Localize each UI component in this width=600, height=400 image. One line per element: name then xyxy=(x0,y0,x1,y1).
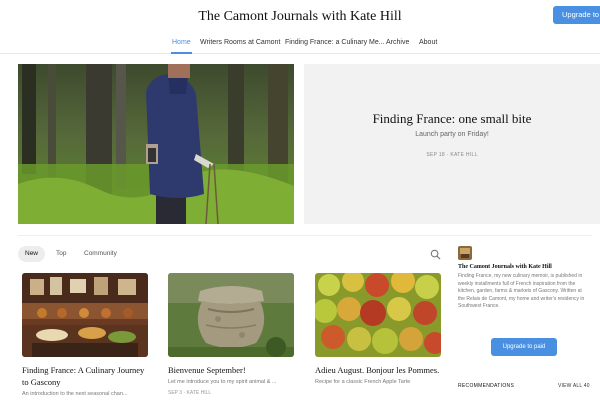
publication-name: The Camont Journals with Kate Hill xyxy=(458,264,552,270)
nav-about[interactable]: About xyxy=(419,39,437,46)
publication-description: Finding France, my new culinary memoir, … xyxy=(458,273,585,309)
tab-new[interactable]: New xyxy=(18,246,46,262)
main-nav: Home Writers Rooms at Camont Finding Fra… xyxy=(0,34,600,54)
nav-archive[interactable]: Archive xyxy=(386,39,409,46)
post-card[interactable]: Bienvenue September! Let me introduce yo… xyxy=(168,273,294,396)
hero-post-title[interactable]: Finding France: one small bite xyxy=(304,111,600,127)
post-subtitle: An introduction to the next seasonal cha… xyxy=(22,391,128,397)
recommendations-heading: RECOMMENDATIONS xyxy=(458,383,515,389)
tab-community[interactable]: Community xyxy=(77,246,124,262)
view-all-recommendations-link[interactable]: VIEW ALL 40 xyxy=(558,383,590,389)
nav-home[interactable]: Home xyxy=(172,39,191,46)
nav-finding-france[interactable]: Finding France: a Culinary Me... xyxy=(285,39,385,46)
site-header: The Camont Journals with Kate Hill Upgra… xyxy=(0,0,600,37)
upgrade-to-paid-button[interactable]: Upgrade to paid xyxy=(553,6,600,37)
tab-top[interactable]: Top xyxy=(49,246,73,262)
section-divider xyxy=(18,235,592,236)
hero-featured-post[interactable]: Finding France: one small bite Launch pa… xyxy=(304,64,600,224)
post-subtitle: Recipe for a classic French Apple Tarte xyxy=(315,379,411,385)
nav-active-indicator xyxy=(171,52,192,54)
post-card[interactable]: Finding France: A Culinary Journey to Ga… xyxy=(22,273,148,397)
post-title[interactable]: Finding France: A Culinary Journey to Ga… xyxy=(22,364,148,388)
post-title[interactable]: Bienvenue September! xyxy=(168,364,294,376)
publication-sidebar: The Camont Journals with Kate Hill Findi… xyxy=(458,246,600,389)
post-subtitle: Let me introduce you to my spirit animal… xyxy=(168,379,277,385)
sidebar-upgrade-button[interactable]: Upgrade to paid xyxy=(491,338,557,356)
hero-image[interactable] xyxy=(18,64,294,224)
search-icon[interactable] xyxy=(430,249,441,260)
post-thumbnail-urn[interactable] xyxy=(168,273,294,357)
nav-writers-rooms[interactable]: Writers Rooms at Camont xyxy=(200,39,280,46)
hero-post-subtitle: Launch party on Friday! xyxy=(415,131,489,138)
post-thumbnail-apples[interactable] xyxy=(315,273,441,357)
publication-logo[interactable] xyxy=(458,246,472,260)
post-card[interactable]: Adieu August. Bonjour les Pommes. Recipe… xyxy=(315,273,441,385)
hero-post-meta: SEP 18 · KATE HILL xyxy=(426,152,478,158)
post-meta: SEP 3 · KATE HILL xyxy=(168,390,212,396)
post-title[interactable]: Adieu August. Bonjour les Pommes. xyxy=(315,364,441,376)
site-title[interactable]: The Camont Journals with Kate Hill xyxy=(0,9,600,25)
post-thumbnail-kitchen[interactable] xyxy=(22,273,148,357)
